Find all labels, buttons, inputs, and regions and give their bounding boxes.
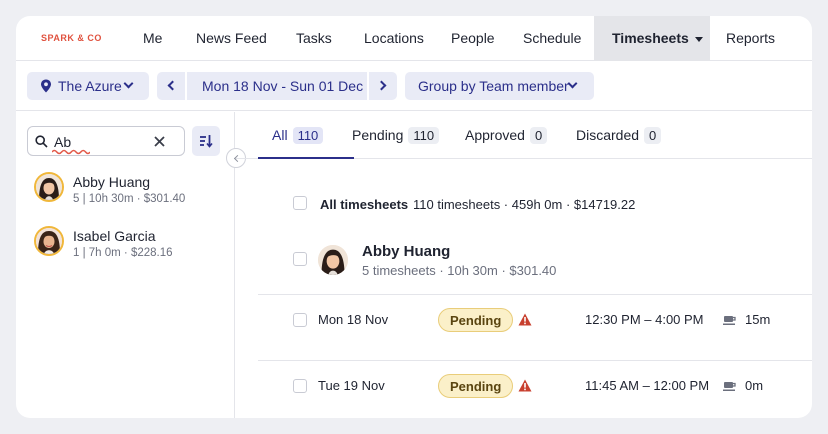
- brand-logo[interactable]: SPARK & CO: [41, 33, 102, 43]
- search-icon: [35, 135, 48, 148]
- nav-timesheets[interactable]: Timesheets: [594, 16, 710, 61]
- top-navigation: SPARK & CO Me News Feed Tasks Locations …: [16, 16, 812, 61]
- location-pin-icon: [41, 79, 51, 93]
- nav-locations[interactable]: Locations: [364, 16, 424, 61]
- coffee-cup-icon: [723, 316, 736, 325]
- sort-icon: [200, 135, 213, 148]
- team-member-item[interactable]: Isabel Garcia 1 | 7h 0m · $228.16: [34, 226, 224, 266]
- previous-period-button[interactable]: [157, 72, 187, 100]
- nav-news-feed[interactable]: News Feed: [196, 16, 267, 61]
- avatar: [34, 226, 64, 256]
- date-range-label[interactable]: Mon 18 Nov - Sun 01 Dec: [202, 72, 363, 100]
- tab-pending[interactable]: Pending 110: [352, 127, 440, 144]
- nav-tasks[interactable]: Tasks: [296, 16, 332, 61]
- row-time-range: 11:45 AM – 12:00 PM: [585, 378, 710, 393]
- nav-timesheets-label: Timesheets: [612, 30, 689, 46]
- team-member-list-panel: Abby Huang 5 | 10h 30m · $301.40 Isabel …: [16, 112, 246, 418]
- status-tabs: All 110 Pending 110 Approved 0 Discarded 0: [236, 112, 812, 159]
- app-window: SPARK & CO Me News Feed Tasks Locations …: [16, 16, 812, 418]
- tab-pending-label: Pending: [352, 127, 404, 143]
- tab-all-label: All: [272, 127, 288, 143]
- group-name: Abby Huang: [362, 243, 451, 260]
- tab-all-count: 110: [292, 127, 324, 144]
- group-by-select[interactable]: Group by Team member: [405, 72, 594, 100]
- row-break: 15m: [745, 312, 771, 327]
- chevron-left-icon: [167, 80, 178, 91]
- divider: [258, 294, 812, 295]
- team-member-summary: 1 | 7h 0m · $228.16: [73, 247, 173, 259]
- location-select[interactable]: The Azure: [27, 72, 149, 100]
- tab-discarded[interactable]: Discarded 0: [576, 127, 662, 144]
- team-member-name: Abby Huang: [73, 174, 151, 190]
- search-box: [27, 126, 185, 156]
- divider: [258, 360, 812, 361]
- location-label: The Azure: [58, 78, 122, 94]
- all-timesheets-summary: 110 timesheets · 459h 0m · $14719.22: [413, 197, 636, 212]
- caret-down-icon: [694, 36, 703, 42]
- timesheets-panel: All 110 Pending 110 Approved 0 Discarded 0 A…: [236, 112, 812, 418]
- row-checkbox[interactable]: [293, 313, 307, 327]
- row-checkbox[interactable]: [293, 379, 307, 393]
- warning-icon[interactable]: [518, 313, 532, 326]
- coffee-cup-icon: [723, 382, 736, 391]
- active-tab-indicator: [258, 157, 354, 159]
- nav-schedule[interactable]: Schedule: [523, 16, 581, 61]
- sort-button[interactable]: [192, 126, 220, 156]
- tab-approved-count: 0: [529, 127, 548, 144]
- team-member-name: Isabel Garcia: [73, 228, 156, 244]
- nav-people[interactable]: People: [451, 16, 495, 61]
- tab-approved[interactable]: Approved 0: [465, 127, 548, 144]
- tab-all[interactable]: All 110: [272, 127, 324, 144]
- row-date: Tue 19 Nov: [318, 378, 385, 393]
- spellcheck-underline: [52, 149, 90, 155]
- status-badge: Pending: [438, 308, 514, 332]
- row-time-range: 12:30 PM – 4:00 PM: [585, 312, 704, 327]
- warning-icon[interactable]: [518, 379, 532, 392]
- status-badge: Pending: [438, 374, 514, 398]
- group-checkbox[interactable]: [293, 252, 307, 266]
- avatar: [34, 172, 64, 202]
- date-range-control: Mon 18 Nov - Sun 01 Dec: [157, 72, 397, 100]
- team-member-summary: 5 | 10h 30m · $301.40: [73, 193, 186, 205]
- tab-approved-label: Approved: [465, 127, 525, 143]
- chevron-down-icon: [567, 78, 578, 89]
- row-break: 0m: [745, 378, 764, 393]
- clear-search-icon[interactable]: [154, 136, 165, 147]
- toolbar: The Azure Mon 18 Nov - Sun 01 Dec Group …: [16, 61, 812, 111]
- all-timesheets-label: All timesheets: [320, 197, 409, 212]
- next-period-button[interactable]: [367, 72, 397, 100]
- nav-reports[interactable]: Reports: [726, 16, 775, 61]
- tab-discarded-label: Discarded: [576, 127, 640, 143]
- avatar: [318, 245, 348, 275]
- group-summary: 5 timesheets · 10h 30m · $301.40: [362, 263, 557, 278]
- chevron-down-icon: [123, 78, 134, 89]
- tab-discarded-count: 0: [644, 127, 662, 144]
- tab-pending-count: 110: [408, 127, 440, 144]
- group-by-label: Group by Team member: [418, 78, 569, 94]
- nav-me[interactable]: Me: [143, 16, 162, 61]
- chevron-right-icon: [376, 80, 387, 91]
- select-all-checkbox[interactable]: [293, 196, 307, 210]
- row-date: Mon 18 Nov: [318, 312, 389, 327]
- team-member-item[interactable]: Abby Huang 5 | 10h 30m · $301.40: [34, 172, 224, 212]
